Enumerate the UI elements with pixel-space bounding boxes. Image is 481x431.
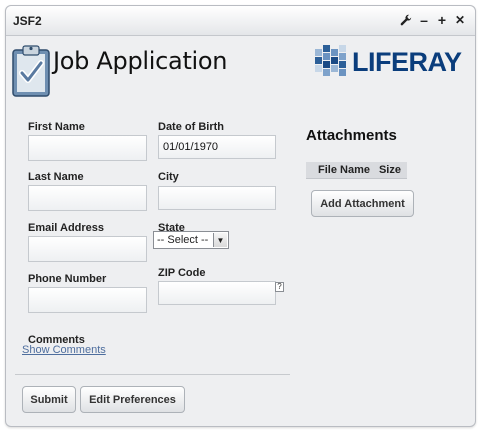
liferay-logo-icon xyxy=(315,45,346,76)
show-comments-link[interactable]: Show Comments xyxy=(22,344,106,356)
maximize-icon[interactable]: + xyxy=(435,12,449,28)
wrench-icon[interactable] xyxy=(399,12,413,28)
portlet-title: JSF2 xyxy=(13,14,42,28)
last-name-label: Last Name xyxy=(28,171,84,183)
state-select-value: -- Select -- xyxy=(157,234,209,246)
state-select[interactable]: -- Select -- ▼ xyxy=(153,231,229,249)
city-label: City xyxy=(158,171,179,183)
portlet-controls: – + ✕ xyxy=(399,12,467,28)
date-of-birth-label: Date of Birth xyxy=(158,121,224,133)
attachments-title: Attachments xyxy=(306,127,397,144)
liferay-logo-text: LIFERAY xyxy=(352,46,462,77)
zip-code-label: ZIP Code xyxy=(158,267,206,279)
dropdown-arrow-icon[interactable]: ▼ xyxy=(213,233,227,247)
submit-button[interactable]: Submit xyxy=(22,386,76,413)
help-icon[interactable]: ? xyxy=(275,282,284,292)
page-title: Job Application xyxy=(53,47,228,75)
liferay-logo: LIFERAY xyxy=(315,45,462,79)
divider xyxy=(15,374,290,375)
edit-preferences-button[interactable]: Edit Preferences xyxy=(80,386,185,413)
city-field[interactable] xyxy=(158,186,276,210)
size-column-header: Size xyxy=(378,164,401,176)
add-attachment-button[interactable]: Add Attachment xyxy=(311,190,414,217)
last-name-field[interactable] xyxy=(28,185,147,211)
clipboard-check-icon xyxy=(12,44,52,101)
file-name-column-header: File Name xyxy=(318,164,370,176)
close-icon[interactable]: ✕ xyxy=(453,12,467,28)
phone-label: Phone Number xyxy=(28,273,107,285)
first-name-label: First Name xyxy=(28,121,85,133)
portlet-titlebar: JSF2 – + ✕ xyxy=(6,6,475,36)
zip-code-field[interactable] xyxy=(158,281,276,305)
date-of-birth-field[interactable] xyxy=(158,135,276,159)
email-label: Email Address xyxy=(28,222,105,234)
minimize-icon[interactable]: – xyxy=(417,12,431,28)
attachments-table-header: File Name Size xyxy=(306,162,407,179)
first-name-field[interactable] xyxy=(28,135,147,161)
phone-field[interactable] xyxy=(28,287,147,313)
email-field[interactable] xyxy=(28,236,147,262)
